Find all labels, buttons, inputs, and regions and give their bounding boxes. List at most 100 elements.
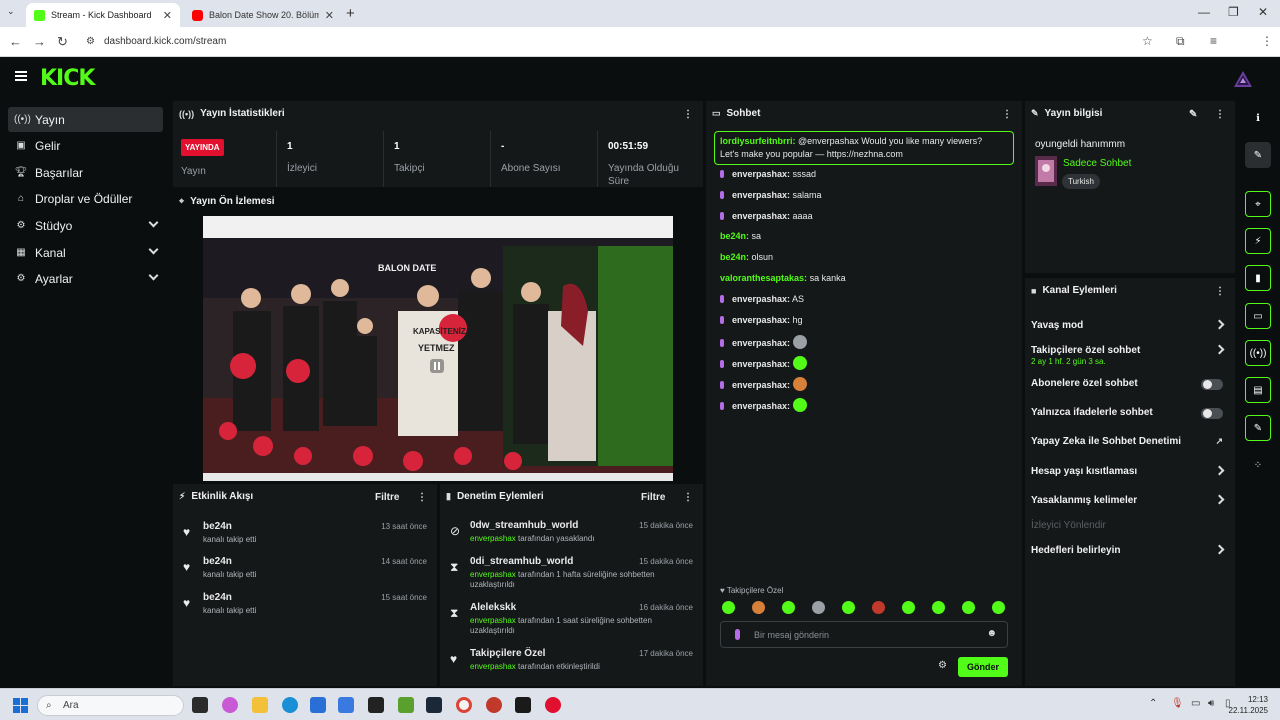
nvidia-icon[interactable]	[398, 697, 414, 713]
moderation-actor[interactable]: enverpashax	[470, 570, 516, 579]
volume-icon[interactable]: 🔊︎	[1208, 698, 1214, 709]
info-icon[interactable]: ℹ	[1245, 105, 1271, 131]
new-tab-icon[interactable]: +	[346, 5, 355, 22]
store-icon[interactable]	[310, 697, 326, 713]
sidebar-item-basarilar[interactable]: 🏆︎ Başarılar	[8, 160, 163, 185]
emote-icon[interactable]	[962, 601, 975, 614]
chat-message[interactable]: enverpashax:	[720, 356, 807, 371]
sidebar-item-ayarlar[interactable]: ⚙ Ayarlar	[8, 266, 163, 291]
event-user[interactable]: be24n	[203, 592, 232, 603]
kick-logo[interactable]: KICK	[40, 66, 95, 91]
wrench-toggle-icon[interactable]: ✎	[1245, 415, 1271, 441]
system-clock[interactable]: 12:13 22.11.2025	[1229, 694, 1268, 716]
recorder-icon[interactable]	[545, 697, 561, 713]
obs-icon[interactable]	[486, 697, 502, 713]
chat-message[interactable]: enverpashax:	[720, 377, 807, 391]
tray-expand-icon[interactable]: ⌃	[1149, 698, 1157, 709]
stream-preview-video[interactable]: KAPASİTENİZ YETMEZ BALON DATE	[203, 216, 673, 481]
emote-icon[interactable]	[812, 601, 825, 614]
channel-actions-more-icon[interactable]: ⋮	[1215, 286, 1225, 297]
activity-filter-button[interactable]: Filtre	[375, 492, 399, 503]
media-icon[interactable]: ≡	[1210, 34, 1217, 48]
chat-username[interactable]: enverpashax:	[732, 169, 790, 179]
pinned-user[interactable]: lordiysurfeitnbrri:	[720, 136, 796, 146]
hamburger-menu-icon[interactable]	[15, 71, 27, 81]
chat-username[interactable]: valoranthesaptakas:	[720, 273, 807, 283]
minimize-icon[interactable]: —	[1198, 5, 1210, 19]
chat-message[interactable]: be24n: sa	[720, 231, 761, 241]
steam-icon[interactable]	[426, 697, 442, 713]
emote-icon[interactable]	[782, 601, 795, 614]
chat-message[interactable]: enverpashax: AS	[720, 294, 804, 304]
reload-icon[interactable]: ↻	[57, 34, 68, 50]
chat-message[interactable]: enverpashax: aaaa	[720, 211, 813, 221]
sidebar-item-gelir[interactable]: ▣ Gelir	[8, 133, 163, 158]
emote-icon[interactable]	[872, 601, 885, 614]
taskbar-search[interactable]: ⌕ Ara	[37, 695, 184, 716]
channel-action-item[interactable]: Takipçilere özel sohbet 2 ay 1 hf. 2 gün …	[1031, 344, 1227, 366]
chat-username[interactable]: enverpashax:	[732, 190, 790, 200]
tab-kick-dashboard[interactable]: Stream - Kick Dashboard ✕	[26, 3, 180, 27]
microphone-icon[interactable]: 🎙︎	[1171, 698, 1184, 709]
edge-icon[interactable]	[282, 697, 298, 713]
category-thumbnail[interactable]	[1035, 156, 1057, 186]
browser-menu-icon[interactable]: ⋮	[1261, 34, 1273, 48]
tab-youtube-video[interactable]: Balon Date Show 20. Bölüm (ATİ ✕	[184, 3, 342, 27]
moderation-filter-button[interactable]: Filtre	[641, 492, 665, 503]
event-user[interactable]: be24n	[203, 556, 232, 567]
close-tab-icon[interactable]: ✕	[163, 9, 172, 22]
extensions-icon[interactable]: ⧉	[1176, 34, 1185, 49]
pencil-icon[interactable]: ✎	[1245, 142, 1271, 168]
moderation-target[interactable]: Alelekskk	[470, 602, 516, 613]
emoji-icon[interactable]: ☻	[986, 628, 997, 639]
chat-username[interactable]: be24n:	[720, 231, 749, 241]
chat-username[interactable]: be24n:	[720, 252, 749, 262]
toggle-switch[interactable]	[1201, 408, 1223, 419]
network-icon[interactable]: ▭	[1191, 698, 1200, 709]
file-explorer-icon[interactable]	[252, 697, 268, 713]
copilot-icon[interactable]	[222, 697, 238, 713]
edit-stream-info-icon[interactable]: ✎	[1189, 109, 1197, 120]
emote-icon[interactable]	[722, 601, 735, 614]
sidebar-item-kanal[interactable]: ▦ Kanal	[8, 240, 163, 265]
channel-action-item[interactable]: Yasaklanmış kelimeler	[1031, 494, 1227, 515]
stream-info-more-icon[interactable]: ⋮	[1215, 109, 1225, 120]
user-avatar[interactable]	[1233, 69, 1253, 89]
channel-action-item[interactable]: Abonelere özel sohbet	[1031, 378, 1227, 398]
moderation-target[interactable]: 0di_streamhub_world	[470, 556, 573, 567]
chat-more-icon[interactable]: ⋮	[1002, 109, 1012, 120]
moderation-actor[interactable]: enverpashax	[470, 662, 516, 671]
sidebar-item-yayin[interactable]: ((•)) Yayın	[8, 107, 163, 132]
event-user[interactable]: be24n	[203, 521, 232, 532]
stats-more-icon[interactable]: ⋮	[683, 109, 693, 120]
chat-message[interactable]: valoranthesaptakas: sa kanka	[720, 273, 846, 283]
chat-message[interactable]: enverpashax: salama	[720, 190, 822, 200]
moderation-target[interactable]: 0dw_streamhub_world	[470, 520, 578, 531]
moderation-toggle-icon[interactable]: ▮	[1245, 265, 1271, 291]
stream-category[interactable]: Sadece Sohbet	[1063, 158, 1131, 169]
chat-username[interactable]: enverpashax:	[732, 211, 790, 221]
preview-toggle-icon[interactable]: ⌖	[1245, 191, 1271, 217]
emote-icon[interactable]	[752, 601, 765, 614]
chat-username[interactable]: enverpashax:	[732, 294, 790, 304]
toggle-switch[interactable]	[1201, 379, 1223, 390]
activity-more-icon[interactable]: ⋮	[417, 492, 427, 503]
emote-icon[interactable]	[902, 601, 915, 614]
sidebar-item-droplar[interactable]: ⌂ Droplar ve Ödüller	[8, 186, 163, 211]
app-icon[interactable]	[515, 697, 531, 713]
chat-message[interactable]: enverpashax:	[720, 397, 807, 412]
forward-icon[interactable]: →	[33, 34, 46, 49]
chat-message[interactable]: enverpashax:	[720, 335, 807, 350]
chat-username[interactable]: enverpashax:	[732, 401, 790, 411]
task-view-icon[interactable]	[192, 697, 208, 713]
chat-username[interactable]: enverpashax:	[732, 315, 790, 325]
epic-games-icon[interactable]	[368, 697, 384, 713]
back-icon[interactable]: ←	[9, 34, 22, 49]
close-tab-icon[interactable]: ✕	[325, 9, 334, 22]
sidebar-item-studyo[interactable]: ⚙ Stüdyo	[8, 213, 163, 238]
pinned-message[interactable]: lordiysurfeitnbrri: @enverpashax Would y…	[714, 131, 1014, 165]
site-info-icon[interactable]: ⚙	[86, 36, 95, 47]
chrome-icon[interactable]	[456, 697, 472, 713]
channel-action-item[interactable]: Hedefleri belirleyin	[1031, 544, 1227, 565]
emote-icon[interactable]	[992, 601, 1005, 614]
